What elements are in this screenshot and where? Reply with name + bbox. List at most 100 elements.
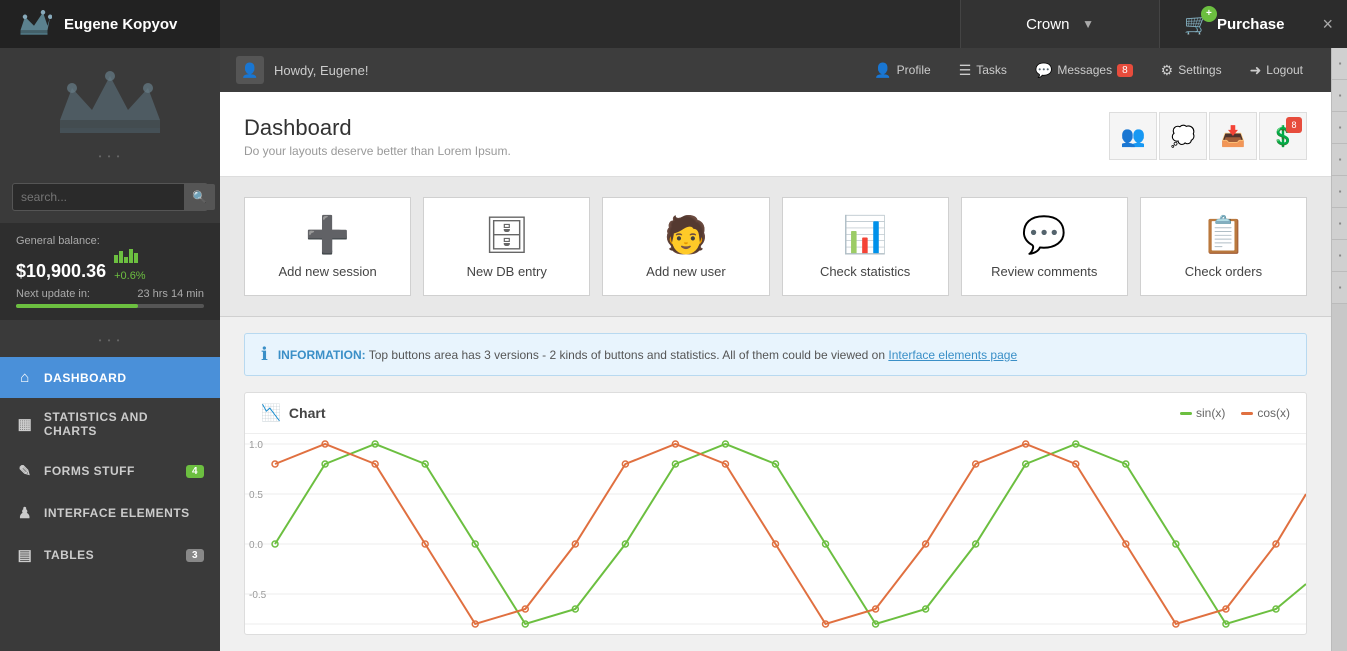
messages-button[interactable]: 💬 Messages 8: [1023, 56, 1145, 85]
chart-section: 📉 Chart sin(x) cos(x): [244, 392, 1307, 635]
search-box[interactable]: 🔍: [12, 183, 208, 211]
search-input[interactable]: [13, 184, 184, 210]
logout-icon: ➜: [1250, 62, 1262, 79]
chart-legend: sin(x) cos(x): [1180, 406, 1290, 420]
dashboard-area: Dashboard Do your layouts deserve better…: [220, 92, 1331, 651]
check-orders-button[interactable]: 📋 Check orders: [1140, 197, 1307, 296]
balance-label: General balance:: [16, 235, 204, 247]
howdy-text: Howdy, Eugene!: [274, 63, 858, 78]
inbox-icon: 📥: [1221, 124, 1246, 149]
comments-icon-button[interactable]: 💭: [1159, 112, 1207, 160]
chart-svg: 1.0 0.5 0.0 -0.5: [245, 434, 1306, 634]
messages-icon: 💬: [1035, 62, 1052, 79]
comment-icon: 💭: [1171, 124, 1196, 149]
dashboard-title-section: Dashboard Do your layouts deserve better…: [244, 115, 511, 158]
chart-icon: ▦: [16, 415, 34, 433]
cart-badge: +: [1201, 6, 1217, 22]
interface-icon: ♟: [16, 504, 34, 522]
right-tab-5[interactable]: ▪: [1332, 176, 1347, 208]
close-button[interactable]: ×: [1308, 14, 1347, 35]
add-user-button[interactable]: 🧑 Add new user: [602, 197, 769, 296]
right-tab-4[interactable]: ▪: [1332, 144, 1347, 176]
chevron-down-icon: ▼: [1082, 17, 1094, 31]
settings-button[interactable]: ⚙ Settings: [1149, 56, 1234, 85]
add-session-icon: ➕: [305, 214, 350, 256]
db-icon: 🗄: [484, 214, 530, 256]
search-button[interactable]: 🔍: [184, 184, 215, 210]
check-stats-button[interactable]: 📊 Check statistics: [782, 197, 949, 296]
chart-header: 📉 Chart sin(x) cos(x): [245, 393, 1306, 434]
sidebar-item-label: Statistics and Charts: [44, 410, 204, 438]
next-update: Next update in: 23 hrs 14 min: [16, 288, 204, 300]
sidebar-item-label: Forms Stuff: [44, 464, 135, 478]
home-icon: ⌂: [16, 369, 34, 386]
sidebar-header: • • •: [0, 48, 220, 175]
profile-button[interactable]: 👤 Profile: [862, 56, 942, 85]
profile-icon: 👤: [874, 62, 891, 79]
add-session-label: Add new session: [278, 264, 376, 279]
bar-1: [114, 255, 118, 263]
page-title: Dashboard: [244, 115, 511, 141]
forms-icon: ✎: [16, 462, 34, 480]
sidebar-item-label: Dashboard: [44, 371, 127, 385]
user-avatar: 👤: [236, 56, 264, 84]
info-banner: ℹ INFORMATION: Top buttons area has 3 ve…: [244, 333, 1307, 376]
add-user-label: Add new user: [646, 264, 726, 279]
crown-dropdown[interactable]: Crown: [1026, 16, 1070, 33]
add-session-button[interactable]: ➕ Add new session: [244, 197, 411, 296]
users-icon: 👥: [1121, 124, 1146, 149]
logout-label: Logout: [1266, 63, 1303, 77]
dashboard-header: Dashboard Do your layouts deserve better…: [220, 92, 1331, 177]
tasks-button[interactable]: ☰ Tasks: [947, 56, 1019, 85]
header-icons: 👥 💭 📥 💲 8: [1109, 112, 1307, 160]
sidebar-item-dashboard[interactable]: ⌂ Dashboard: [0, 357, 220, 398]
info-link[interactable]: Interface elements page: [888, 348, 1017, 362]
balance-section: General balance: $10,900.36 +0.6% Next u…: [0, 223, 220, 320]
review-comments-button[interactable]: 💬 Review comments: [961, 197, 1128, 296]
top-nav: 👤 Howdy, Eugene! 👤 Profile ☰ Tasks 💬 Mes…: [220, 48, 1331, 92]
next-update-label: Next update in:: [16, 288, 90, 300]
bar-5: [134, 253, 138, 263]
chart-bar-icon: 📉: [261, 403, 281, 423]
tasks-label: Tasks: [976, 63, 1007, 77]
add-user-icon: 🧑: [664, 214, 709, 256]
sidebar-item-statistics[interactable]: ▦ Statistics and Charts: [0, 398, 220, 450]
sidebar-dots: • • •: [99, 152, 122, 161]
cos-legend-label: cos(x): [1257, 406, 1290, 420]
settings-label: Settings: [1178, 63, 1221, 77]
right-tab-7[interactable]: ▪: [1332, 240, 1347, 272]
sidebar-item-label: Interface Elements: [44, 506, 190, 520]
sidebar-item-interface[interactable]: ♟ Interface Elements: [0, 492, 220, 534]
right-tab-6[interactable]: ▪: [1332, 208, 1347, 240]
right-tab-1[interactable]: ▪: [1332, 48, 1347, 80]
sidebar: • • • 🔍 General balance: $10,900.36 +: [0, 48, 220, 651]
check-stats-label: Check statistics: [820, 264, 910, 279]
logout-button[interactable]: ➜ Logout: [1238, 56, 1315, 85]
sidebar-item-tables[interactable]: ▤ Tables 3: [0, 534, 220, 576]
top-bar: Eugene Kopyov Crown ▼ 🛒 + Purchase ×: [0, 0, 1347, 48]
right-tab-8[interactable]: ▪: [1332, 272, 1347, 304]
purchase-button[interactable]: 🛒 + Purchase: [1160, 0, 1308, 48]
svg-text:0.0: 0.0: [249, 540, 263, 551]
balance-chart-bars: [114, 249, 146, 263]
right-tab-2[interactable]: ▪: [1332, 80, 1347, 112]
cos-legend-dot: [1241, 412, 1253, 415]
inbox-icon-button[interactable]: 📥: [1209, 112, 1257, 160]
quick-actions: ➕ Add new session 🗄 New DB entry 🧑 Add n…: [220, 177, 1331, 317]
info-icon: ℹ: [261, 344, 268, 365]
progress-bar-bg: [16, 304, 204, 308]
balance-row: $10,900.36 +0.6%: [16, 249, 204, 282]
billing-icon-button[interactable]: 💲 8: [1259, 112, 1307, 160]
sidebar-item-forms[interactable]: ✎ Forms Stuff 4: [0, 450, 220, 492]
right-tab-3[interactable]: ▪: [1332, 112, 1347, 144]
balance-change: +0.6%: [114, 270, 146, 282]
tasks-icon: ☰: [959, 62, 972, 79]
crown-selector[interactable]: Crown ▼: [960, 0, 1160, 48]
new-db-button[interactable]: 🗄 New DB entry: [423, 197, 590, 296]
info-text: INFORMATION: Top buttons area has 3 vers…: [278, 348, 1017, 362]
review-comments-label: Review comments: [991, 264, 1097, 279]
tables-badge: 3: [186, 549, 204, 562]
logo-section: Eugene Kopyov: [0, 0, 220, 48]
users-icon-button[interactable]: 👥: [1109, 112, 1157, 160]
sin-legend-label: sin(x): [1196, 406, 1225, 420]
